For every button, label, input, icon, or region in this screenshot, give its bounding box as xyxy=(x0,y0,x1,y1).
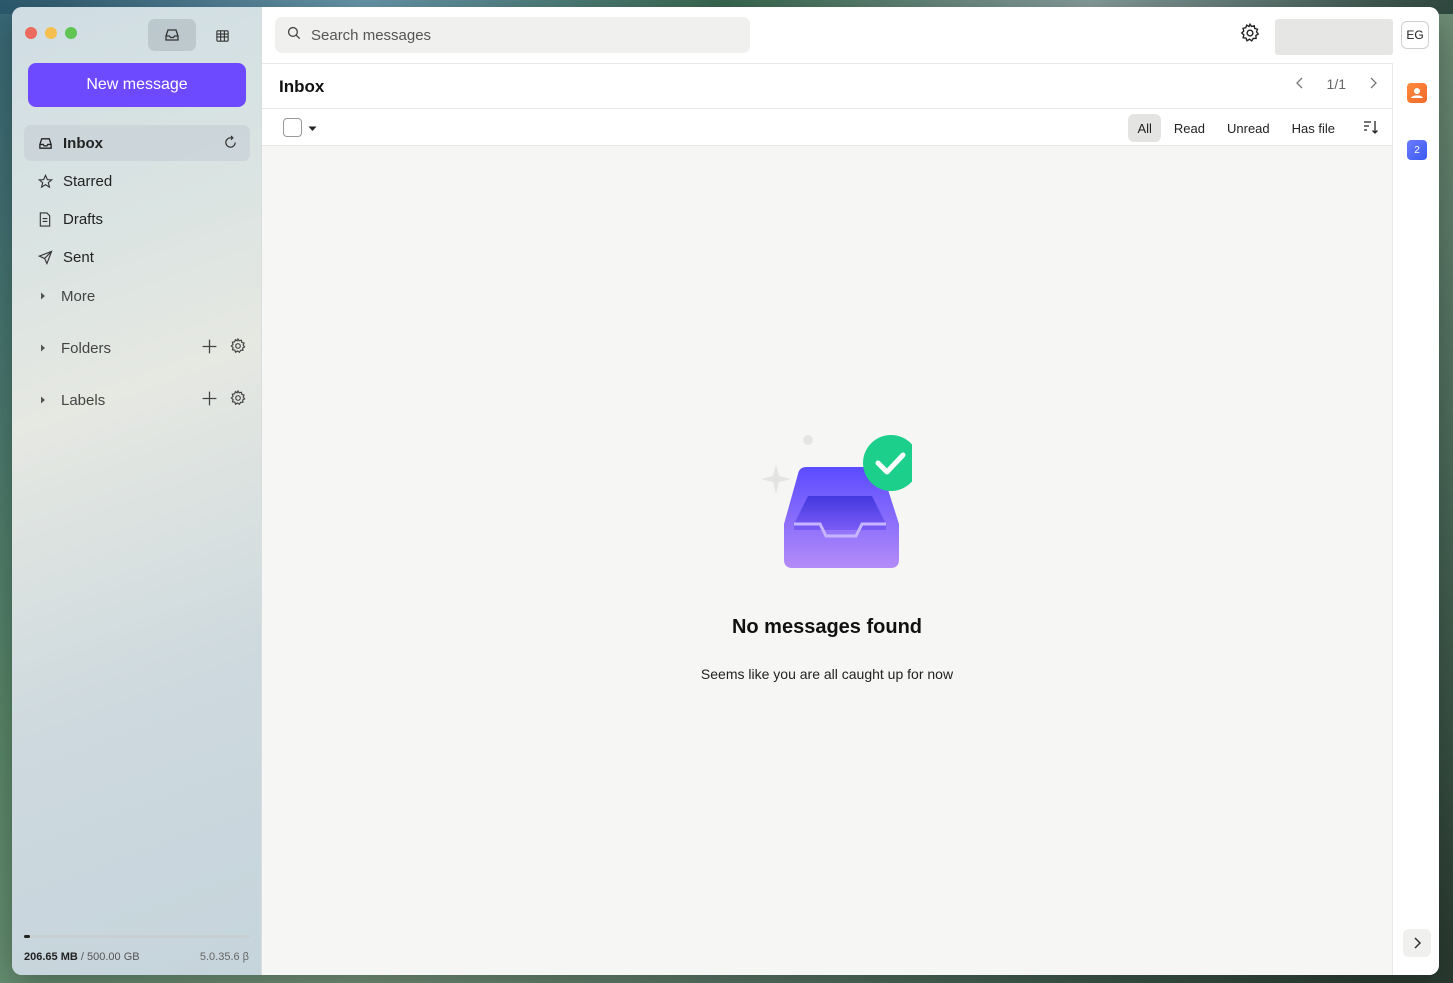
draft-icon xyxy=(37,211,53,227)
previous-page-icon[interactable] xyxy=(1295,76,1305,92)
folders-section[interactable]: Folders xyxy=(24,330,250,366)
message-list-pane: Inbox 1/1 All Read Unread Has file No me… xyxy=(262,63,1392,975)
search-box[interactable] xyxy=(275,17,750,53)
storage-total: / 500.00 GB xyxy=(80,951,140,963)
star-icon xyxy=(37,173,53,189)
sidebar-item-more[interactable]: More xyxy=(24,277,250,315)
gear-icon xyxy=(1240,22,1260,42)
filter-group: All Read Unread Has file xyxy=(1128,114,1344,142)
account-placeholder[interactable] xyxy=(1275,19,1393,55)
sort-button[interactable] xyxy=(1363,119,1379,140)
more-label: More xyxy=(61,287,96,305)
app-switcher xyxy=(148,19,246,51)
storage-usage: 206.65 MB / 500.00 GB xyxy=(24,951,140,963)
calendar-grid-icon xyxy=(215,29,229,42)
chevron-down-icon[interactable] xyxy=(308,119,317,137)
empty-inbox-illustration xyxy=(761,435,912,568)
sidebar-item-label: Sent xyxy=(63,248,94,266)
search-icon xyxy=(287,26,301,45)
storage-progress-bar xyxy=(24,935,250,938)
next-page-icon[interactable] xyxy=(1368,76,1378,92)
search-input[interactable] xyxy=(311,26,711,44)
labels-label: Labels xyxy=(61,391,106,409)
zoom-window-button[interactable] xyxy=(65,27,77,39)
contacts-app-icon[interactable] xyxy=(1407,83,1427,103)
inbox-tray-icon xyxy=(165,29,179,41)
sidebar-item-sent[interactable]: Sent xyxy=(24,239,250,275)
expand-rail-button[interactable] xyxy=(1403,929,1431,957)
settings-button[interactable] xyxy=(1240,22,1260,48)
sidebar-item-starred[interactable]: Starred xyxy=(24,163,250,199)
empty-state: No messages found Seems like you are all… xyxy=(262,148,1392,975)
mailbox-nav: Inbox Starred Drafts Sent More xyxy=(24,125,250,315)
caret-right-icon xyxy=(39,291,49,301)
sort-icon xyxy=(1364,121,1378,134)
sidebar: New message Inbox Starred Drafts Sent Mo… xyxy=(12,7,262,975)
calendar-view-button[interactable] xyxy=(198,19,246,51)
add-label-icon[interactable] xyxy=(201,390,218,411)
select-all-checkbox[interactable] xyxy=(283,118,302,137)
mail-window: New message Inbox Starred Drafts Sent Mo… xyxy=(12,7,1439,975)
filter-read[interactable]: Read xyxy=(1165,114,1214,142)
list-toolbar: All Read Unread Has file xyxy=(262,109,1392,146)
label-settings-icon[interactable] xyxy=(230,389,246,411)
list-header: Inbox 1/1 xyxy=(262,64,1392,109)
caret-right-icon xyxy=(39,395,49,405)
sidebar-item-label: Drafts xyxy=(63,210,104,228)
close-window-button[interactable] xyxy=(25,27,37,39)
sidebar-item-label: Inbox xyxy=(63,134,103,152)
calendar-app-icon[interactable]: 2 xyxy=(1407,140,1427,160)
top-bar: EG xyxy=(262,7,1439,63)
filter-all[interactable]: All xyxy=(1128,114,1161,142)
apps-rail: 2 xyxy=(1392,63,1439,975)
chevron-right-icon xyxy=(1414,937,1422,949)
folders-label: Folders xyxy=(61,339,112,357)
mail-view-button[interactable] xyxy=(148,19,196,51)
labels-section[interactable]: Labels xyxy=(24,382,250,418)
sidebar-item-inbox[interactable]: Inbox xyxy=(24,125,250,161)
storage-progress-fill xyxy=(24,935,30,938)
sidebar-item-drafts[interactable]: Drafts xyxy=(24,201,250,237)
window-controls xyxy=(25,27,77,39)
inbox-icon xyxy=(37,135,53,151)
folder-settings-icon[interactable] xyxy=(230,337,246,359)
empty-state-subtitle: Seems like you are all caught up for now xyxy=(700,666,954,682)
sidebar-item-label: Starred xyxy=(63,172,113,190)
new-message-button[interactable]: New message xyxy=(28,63,246,107)
avatar[interactable]: EG xyxy=(1401,21,1429,49)
page-indicator: 1/1 xyxy=(1326,76,1346,92)
empty-state-title: No messages found xyxy=(731,616,923,638)
caret-right-icon xyxy=(39,343,49,353)
page-title: Inbox xyxy=(279,77,325,96)
filter-has-file[interactable]: Has file xyxy=(1283,114,1344,142)
storage-used: 206.65 MB xyxy=(24,951,78,963)
sent-icon xyxy=(37,249,53,265)
minimize-window-button[interactable] xyxy=(45,27,57,39)
refresh-icon[interactable] xyxy=(223,135,238,154)
select-all-control[interactable] xyxy=(283,118,317,137)
add-folder-icon[interactable] xyxy=(201,338,218,359)
app-version: 5.0.35.6 β xyxy=(199,951,249,963)
filter-unread[interactable]: Unread xyxy=(1218,114,1279,142)
pagination: 1/1 xyxy=(1295,76,1378,92)
